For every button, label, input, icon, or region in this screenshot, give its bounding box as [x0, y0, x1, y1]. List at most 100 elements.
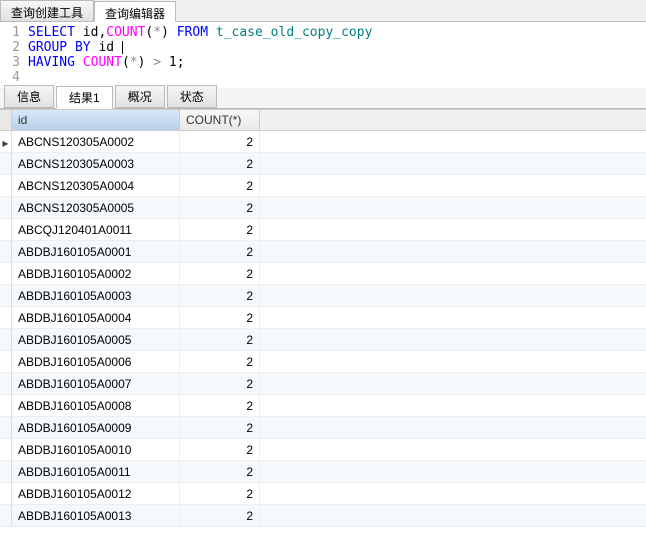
result-grid: id COUNT(*) ABCNS120305A00022ABCNS120305… — [0, 109, 646, 527]
row-indicator — [0, 175, 12, 196]
row-indicator — [0, 439, 12, 460]
result-tabs: 信息 结果1 概况 状态 — [0, 88, 646, 109]
row-indicator — [0, 417, 12, 438]
grid-body[interactable]: ABCNS120305A00022ABCNS120305A00032ABCNS1… — [0, 131, 646, 527]
editor-line[interactable]: 3HAVING COUNT(*) > 1; — [0, 55, 646, 70]
cell-count[interactable]: 2 — [180, 395, 260, 416]
cell-id[interactable]: ABDBJ160105A0010 — [12, 439, 180, 460]
cell-count[interactable]: 2 — [180, 219, 260, 240]
sql-editor[interactable]: 1SELECT id,COUNT(*) FROM t_case_old_copy… — [0, 22, 646, 88]
cell-id[interactable]: ABDBJ160105A0003 — [12, 285, 180, 306]
row-indicator — [0, 307, 12, 328]
row-indicator — [0, 373, 12, 394]
cell-id[interactable]: ABDBJ160105A0012 — [12, 483, 180, 504]
editor-line[interactable]: 4 — [0, 70, 646, 85]
cell-count[interactable]: 2 — [180, 241, 260, 262]
table-row[interactable]: ABDBJ160105A00092 — [0, 417, 646, 439]
cell-count[interactable]: 2 — [180, 461, 260, 482]
row-indicator — [0, 329, 12, 350]
code-content[interactable]: HAVING COUNT(*) > 1; — [28, 55, 185, 70]
table-row[interactable]: ABCNS120305A00052 — [0, 197, 646, 219]
cell-count[interactable]: 2 — [180, 175, 260, 196]
row-indicator — [0, 483, 12, 504]
table-row[interactable]: ABDBJ160105A00112 — [0, 461, 646, 483]
row-indicator — [0, 197, 12, 218]
cell-count[interactable]: 2 — [180, 263, 260, 284]
text-cursor — [122, 41, 123, 54]
cell-id[interactable]: ABDBJ160105A0006 — [12, 351, 180, 372]
row-indicator — [0, 153, 12, 174]
cell-id[interactable]: ABCQJ120401A0011 — [12, 219, 180, 240]
row-indicator — [0, 505, 12, 526]
cell-count[interactable]: 2 — [180, 131, 260, 152]
table-row[interactable]: ABDBJ160105A00102 — [0, 439, 646, 461]
row-indicator — [0, 395, 12, 416]
cell-id[interactable]: ABDBJ160105A0007 — [12, 373, 180, 394]
cell-count[interactable]: 2 — [180, 439, 260, 460]
cell-count[interactable]: 2 — [180, 153, 260, 174]
cell-id[interactable]: ABDBJ160105A0001 — [12, 241, 180, 262]
cell-count[interactable]: 2 — [180, 373, 260, 394]
table-row[interactable]: ABCQJ120401A00112 — [0, 219, 646, 241]
cell-count[interactable]: 2 — [180, 351, 260, 372]
row-indicator — [0, 285, 12, 306]
row-indicator — [0, 263, 12, 284]
table-row[interactable]: ABCNS120305A00022 — [0, 131, 646, 153]
cell-id[interactable]: ABDBJ160105A0002 — [12, 263, 180, 284]
table-row[interactable]: ABDBJ160105A00082 — [0, 395, 646, 417]
main-tabs: 查询创建工具 查询编辑器 — [0, 0, 646, 22]
cell-id[interactable]: ABCNS120305A0003 — [12, 153, 180, 174]
row-indicator — [0, 219, 12, 240]
table-row[interactable]: ABDBJ160105A00012 — [0, 241, 646, 263]
cell-id[interactable]: ABCNS120305A0005 — [12, 197, 180, 218]
table-row[interactable]: ABDBJ160105A00062 — [0, 351, 646, 373]
column-header-id[interactable]: id — [12, 110, 180, 130]
line-number: 2 — [0, 40, 28, 55]
cell-id[interactable]: ABCNS120305A0004 — [12, 175, 180, 196]
editor-line[interactable]: 2GROUP BY id — [0, 40, 646, 55]
table-row[interactable]: ABCNS120305A00042 — [0, 175, 646, 197]
cell-count[interactable]: 2 — [180, 505, 260, 526]
tab-query-builder[interactable]: 查询创建工具 — [0, 0, 94, 21]
grid-header: id COUNT(*) — [0, 110, 646, 131]
row-indicator-header — [0, 110, 12, 130]
code-content[interactable]: SELECT id,COUNT(*) FROM t_case_old_copy_… — [28, 25, 372, 40]
row-indicator — [0, 351, 12, 372]
cell-count[interactable]: 2 — [180, 307, 260, 328]
row-indicator — [0, 241, 12, 262]
cell-count[interactable]: 2 — [180, 197, 260, 218]
cell-count[interactable]: 2 — [180, 483, 260, 504]
column-header-count[interactable]: COUNT(*) — [180, 110, 260, 130]
cell-id[interactable]: ABDBJ160105A0004 — [12, 307, 180, 328]
table-row[interactable]: ABDBJ160105A00032 — [0, 285, 646, 307]
table-row[interactable]: ABDBJ160105A00072 — [0, 373, 646, 395]
tab-query-editor[interactable]: 查询编辑器 — [94, 1, 176, 22]
row-indicator — [0, 461, 12, 482]
cell-id[interactable]: ABDBJ160105A0011 — [12, 461, 180, 482]
line-number: 3 — [0, 55, 28, 70]
tab-status[interactable]: 状态 — [167, 85, 217, 108]
table-row[interactable]: ABDBJ160105A00052 — [0, 329, 646, 351]
line-number: 4 — [0, 70, 28, 85]
cell-id[interactable]: ABDBJ160105A0008 — [12, 395, 180, 416]
table-row[interactable]: ABDBJ160105A00132 — [0, 505, 646, 527]
tab-info[interactable]: 信息 — [4, 85, 54, 108]
current-row-icon — [2, 135, 8, 149]
line-number: 1 — [0, 25, 28, 40]
code-content[interactable]: GROUP BY id — [28, 40, 123, 55]
cell-id[interactable]: ABDBJ160105A0005 — [12, 329, 180, 350]
table-row[interactable]: ABDBJ160105A00122 — [0, 483, 646, 505]
table-row[interactable]: ABDBJ160105A00022 — [0, 263, 646, 285]
cell-id[interactable]: ABDBJ160105A0013 — [12, 505, 180, 526]
cell-count[interactable]: 2 — [180, 285, 260, 306]
cell-count[interactable]: 2 — [180, 417, 260, 438]
tab-profile[interactable]: 概况 — [115, 85, 165, 108]
table-row[interactable]: ABCNS120305A00032 — [0, 153, 646, 175]
cell-count[interactable]: 2 — [180, 329, 260, 350]
editor-line[interactable]: 1SELECT id,COUNT(*) FROM t_case_old_copy… — [0, 25, 646, 40]
tab-result1[interactable]: 结果1 — [56, 86, 113, 109]
row-indicator — [0, 131, 12, 152]
cell-id[interactable]: ABCNS120305A0002 — [12, 131, 180, 152]
cell-id[interactable]: ABDBJ160105A0009 — [12, 417, 180, 438]
table-row[interactable]: ABDBJ160105A00042 — [0, 307, 646, 329]
